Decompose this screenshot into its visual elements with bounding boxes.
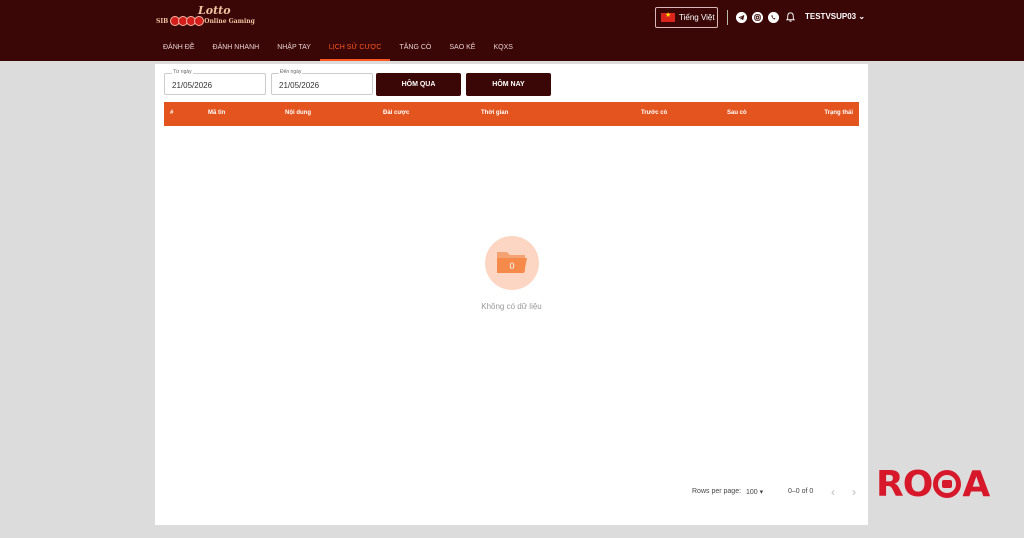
from-date-label: Từ ngày bbox=[172, 69, 193, 75]
col-dai-cuoc: Đài cược bbox=[383, 110, 410, 116]
nav-nhap-tay[interactable]: NHẬP TAY bbox=[268, 40, 320, 61]
to-date-value: 21/05/2026 bbox=[279, 81, 320, 90]
chevron-down-icon: ⌄ bbox=[858, 12, 866, 21]
watermark-ball-icon bbox=[933, 470, 962, 498]
main-nav: ĐÁNH ĐỀ ĐÁNH NHANH NHẬP TAY LỊCH SỬ CƯỢC… bbox=[154, 40, 522, 61]
logo-right-text: Online Gaming bbox=[204, 17, 255, 25]
yesterday-button[interactable]: HÔM QUA bbox=[376, 73, 461, 96]
rows-per-page-select[interactable]: 100 ▾ bbox=[746, 488, 763, 496]
today-button[interactable]: HÔM NAY bbox=[466, 73, 551, 96]
col-thoi-gian: Thời gian bbox=[481, 110, 509, 116]
next-page-icon[interactable]: › bbox=[852, 485, 856, 499]
col-noi-dung: Nội dung bbox=[285, 110, 311, 116]
table-header: # Mã tin Nội dung Đài cược Thời gian Trư… bbox=[164, 102, 859, 126]
nav-kqxs[interactable]: KQXS bbox=[484, 40, 521, 61]
from-date-field[interactable]: Từ ngày 21/05/2026 bbox=[164, 69, 266, 95]
whatsapp-icon[interactable] bbox=[768, 12, 779, 23]
username: TESTVSUP03 bbox=[805, 12, 857, 21]
header-divider bbox=[727, 10, 728, 25]
col-truoc-co: Trước cò bbox=[641, 110, 668, 116]
watermark-right: A bbox=[962, 463, 990, 505]
roma-watermark: RO A bbox=[876, 463, 990, 505]
logo[interactable]: Lotto SIB Online Gaming bbox=[156, 4, 268, 32]
folder-icon: 0 bbox=[497, 252, 527, 273]
to-date-label: Đến ngày bbox=[279, 69, 303, 75]
watermark-left: RO bbox=[876, 463, 933, 505]
nav-danh-nhanh[interactable]: ĐÁNH NHANH bbox=[204, 40, 269, 61]
nav-lich-su-cuoc[interactable]: LỊCH SỬ CƯỢC bbox=[319, 40, 391, 61]
logo-left-text: SIB bbox=[156, 17, 169, 25]
empty-message: Không có dữ liệu bbox=[481, 302, 542, 311]
bet-history-card: Từ ngày 21/05/2026 Đến ngày 21/05/2026 H… bbox=[155, 64, 868, 525]
col-index: # bbox=[170, 110, 174, 116]
vietnam-flag-icon bbox=[661, 11, 675, 22]
from-date-value: 21/05/2026 bbox=[172, 81, 213, 90]
dropdown-arrow-icon: ▾ bbox=[759, 489, 764, 496]
language-label: Tiếng Việt bbox=[679, 13, 715, 22]
empty-count: 0 bbox=[509, 261, 514, 271]
col-sau-co: Sau cò bbox=[727, 110, 747, 116]
pagination-range: 0–0 of 0 bbox=[788, 488, 814, 495]
bell-icon[interactable] bbox=[785, 11, 796, 23]
nav-sao-ke[interactable]: SAO KÊ bbox=[440, 40, 484, 61]
logo-balls-icon bbox=[170, 16, 205, 26]
app-header: Lotto SIB Online Gaming Tiếng Việt TESTV… bbox=[0, 0, 1024, 61]
empty-state-illustration: 0 bbox=[485, 236, 539, 290]
to-date-field[interactable]: Đến ngày 21/05/2026 bbox=[271, 69, 373, 95]
rows-per-page-label: Rows per page: bbox=[692, 488, 742, 495]
col-ma-tin: Mã tin bbox=[208, 110, 226, 116]
language-button[interactable]: Tiếng Việt bbox=[655, 7, 718, 28]
nav-tang-co[interactable]: TĂNG CÒ bbox=[390, 40, 440, 61]
previous-page-icon[interactable]: ‹ bbox=[831, 485, 835, 499]
user-menu[interactable]: TESTVSUP03 ⌄ bbox=[805, 12, 865, 21]
nav-danh-de[interactable]: ĐÁNH ĐỀ bbox=[154, 40, 204, 61]
instagram-icon[interactable] bbox=[752, 12, 763, 23]
telegram-icon[interactable] bbox=[736, 12, 747, 23]
col-trang-thai: Trạng thái bbox=[824, 110, 853, 116]
